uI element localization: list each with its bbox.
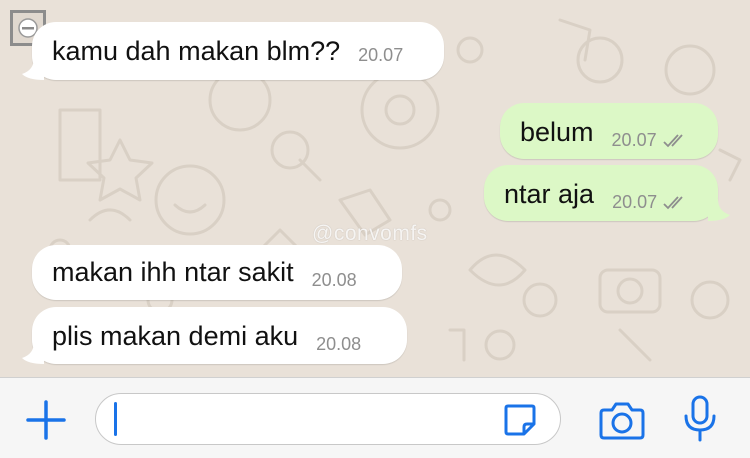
message-text: belum bbox=[520, 117, 594, 147]
message-meta: 20.07 bbox=[612, 192, 689, 214]
message-bubble-incoming[interactable]: kamu dah makan blm?? 20.07 bbox=[32, 22, 444, 80]
double-check-icon bbox=[663, 195, 683, 209]
message-bubble-incoming[interactable]: plis makan demi aku 20.08 bbox=[32, 307, 407, 364]
message-bubble-outgoing[interactable]: ntar aja 20.07 bbox=[484, 165, 718, 221]
microphone-button[interactable] bbox=[680, 394, 720, 444]
bubble-tail bbox=[22, 342, 44, 364]
message-time: 20.07 bbox=[358, 45, 404, 65]
message-time: 20.07 bbox=[612, 192, 658, 212]
text-caret bbox=[114, 402, 117, 436]
double-check-icon bbox=[662, 133, 683, 147]
message-time: 20.07 bbox=[611, 130, 657, 150]
message-text: makan ihh ntar sakit bbox=[52, 257, 294, 287]
message-meta: 20.07 bbox=[612, 130, 689, 152]
message-input[interactable] bbox=[95, 393, 561, 445]
message-time: 20.08 bbox=[311, 270, 357, 290]
bubble-tail bbox=[22, 58, 44, 80]
chat-area: @convomfs kamu dah makan blm?? 20.07 bel… bbox=[0, 0, 750, 377]
message-time: 20.08 bbox=[316, 334, 362, 354]
camera-button[interactable] bbox=[598, 398, 646, 442]
message-text: ntar aja bbox=[504, 179, 595, 209]
watermark: @convomfs bbox=[312, 222, 428, 245]
microphone-icon bbox=[684, 395, 716, 442]
message-text: plis makan demi aku bbox=[52, 321, 299, 351]
sticker-button[interactable] bbox=[500, 400, 540, 440]
message-bubble-incoming[interactable]: makan ihh ntar sakit 20.08 bbox=[32, 245, 402, 300]
sticker-icon bbox=[504, 404, 536, 436]
camera-icon bbox=[599, 402, 645, 440]
plus-icon bbox=[26, 400, 66, 440]
attach-button[interactable] bbox=[24, 398, 68, 442]
message-bubble-outgoing[interactable]: belum 20.07 bbox=[500, 103, 718, 159]
input-bar bbox=[0, 377, 750, 458]
message-text: kamu dah makan blm?? bbox=[52, 36, 341, 66]
bubble-tail bbox=[708, 199, 730, 221]
